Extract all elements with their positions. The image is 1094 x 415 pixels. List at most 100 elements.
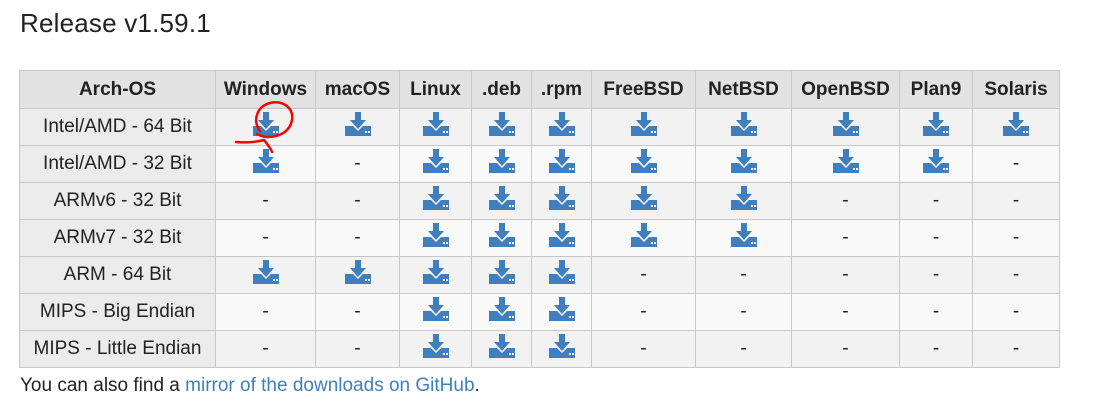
- table-cell: [399, 108, 472, 146]
- unavailable-dash: -: [354, 338, 361, 359]
- column-header-rpm: .rpm: [531, 70, 592, 109]
- download-deb-link[interactable]: [488, 111, 516, 137]
- unavailable-dash: -: [1012, 338, 1020, 359]
- download-netbsd-link[interactable]: [730, 185, 758, 211]
- download-plan9-link[interactable]: [922, 148, 950, 174]
- download-icon: [730, 149, 757, 173]
- download-icon: [548, 260, 575, 284]
- table-cell: -: [972, 293, 1060, 331]
- download-icon: [923, 112, 949, 136]
- download-deb-link[interactable]: [488, 333, 516, 359]
- download-rpm-link[interactable]: [548, 333, 576, 359]
- download-icon: [832, 112, 859, 136]
- unavailable-dash: -: [842, 227, 849, 248]
- table-cell: [471, 219, 532, 257]
- download-icon: [1003, 112, 1029, 136]
- download-rpm-link[interactable]: [548, 148, 576, 174]
- column-header-windows: Windows: [215, 70, 316, 109]
- download-freebsd-link[interactable]: [630, 222, 658, 248]
- unavailable-dash: -: [354, 301, 361, 322]
- table-cell: -: [591, 330, 696, 368]
- unavailable-dash: -: [932, 227, 940, 248]
- footer-prefix: You can also find a: [20, 375, 186, 396]
- download-solaris-link[interactable]: [1002, 111, 1030, 137]
- download-icon: [488, 112, 515, 136]
- download-rpm-link[interactable]: [548, 259, 576, 285]
- download-icon: [344, 260, 371, 284]
- table-header-row: Arch-OS Windows macOS Linux .deb .rpm FreeBSD N…: [19, 70, 1060, 109]
- download-linux-link[interactable]: [422, 111, 450, 137]
- table-cell: [399, 182, 472, 220]
- download-icon: [548, 223, 575, 247]
- download-netbsd-link[interactable]: [730, 222, 758, 248]
- download-icon: [832, 149, 859, 173]
- unavailable-dash: -: [262, 190, 269, 211]
- table-cell: -: [791, 256, 900, 294]
- table-cell: [591, 108, 696, 146]
- download-icon: [548, 112, 575, 136]
- table-cell: [471, 293, 532, 331]
- table-cell: [531, 145, 592, 183]
- download-linux-link[interactable]: [422, 259, 450, 285]
- table-cell: [899, 108, 973, 146]
- download-icon: [488, 186, 515, 210]
- unavailable-dash: -: [640, 264, 647, 285]
- table-cell: [399, 145, 472, 183]
- download-icon: [548, 186, 575, 210]
- download-rpm-link[interactable]: [548, 111, 576, 137]
- table-cell: [899, 145, 973, 183]
- unavailable-dash: -: [640, 301, 647, 322]
- download-linux-link[interactable]: [422, 333, 450, 359]
- download-linux-link[interactable]: [422, 148, 450, 174]
- table-cell: [399, 330, 472, 368]
- unavailable-dash: -: [740, 301, 747, 322]
- download-freebsd-link[interactable]: [630, 148, 658, 174]
- table-cell: -: [215, 330, 316, 368]
- download-macos-link[interactable]: [344, 111, 372, 137]
- table-cell: [531, 182, 592, 220]
- table-row: Intel/AMD - 32 Bit - -: [19, 145, 1060, 183]
- download-windows-link[interactable]: [252, 111, 280, 137]
- table-cell: -: [972, 219, 1060, 257]
- github-mirror-link[interactable]: mirror of the downloads on GitHub: [185, 375, 474, 396]
- download-deb-link[interactable]: [488, 259, 516, 285]
- unavailable-dash: -: [932, 190, 940, 211]
- unavailable-dash: -: [1012, 301, 1020, 322]
- download-icon: [630, 186, 657, 210]
- download-openbsd-link[interactable]: [832, 148, 860, 174]
- table-row: MIPS - Little Endian - - - - - - -: [19, 330, 1060, 368]
- download-deb-link[interactable]: [488, 296, 516, 322]
- download-netbsd-link[interactable]: [730, 111, 758, 137]
- download-icon: [730, 223, 757, 247]
- download-windows-link[interactable]: [252, 148, 280, 174]
- unavailable-dash: -: [262, 338, 269, 359]
- arch-label: ARMv7 - 32 Bit: [19, 219, 216, 257]
- download-linux-link[interactable]: [422, 296, 450, 322]
- footer-suffix: .: [474, 375, 480, 396]
- table-cell: [695, 145, 792, 183]
- download-freebsd-link[interactable]: [630, 185, 658, 211]
- unavailable-dash: -: [1012, 190, 1020, 211]
- download-openbsd-link[interactable]: [832, 111, 860, 137]
- download-netbsd-link[interactable]: [730, 148, 758, 174]
- download-linux-link[interactable]: [422, 185, 450, 211]
- arch-label: Intel/AMD - 64 Bit: [19, 108, 216, 146]
- download-deb-link[interactable]: [488, 222, 516, 248]
- download-rpm-link[interactable]: [548, 296, 576, 322]
- column-header-deb: .deb: [471, 70, 532, 109]
- download-rpm-link[interactable]: [548, 222, 576, 248]
- download-linux-link[interactable]: [422, 222, 450, 248]
- column-header-freebsd: FreeBSD: [591, 70, 696, 109]
- table-cell: [591, 182, 696, 220]
- unavailable-dash: -: [932, 301, 940, 322]
- download-plan9-link[interactable]: [922, 111, 950, 137]
- download-windows-link[interactable]: [252, 259, 280, 285]
- unavailable-dash: -: [740, 338, 747, 359]
- unavailable-dash: -: [1012, 153, 1020, 174]
- unavailable-dash: -: [354, 190, 361, 211]
- download-deb-link[interactable]: [488, 185, 516, 211]
- download-rpm-link[interactable]: [548, 185, 576, 211]
- download-freebsd-link[interactable]: [630, 111, 658, 137]
- download-macos-link[interactable]: [344, 259, 372, 285]
- download-deb-link[interactable]: [488, 148, 516, 174]
